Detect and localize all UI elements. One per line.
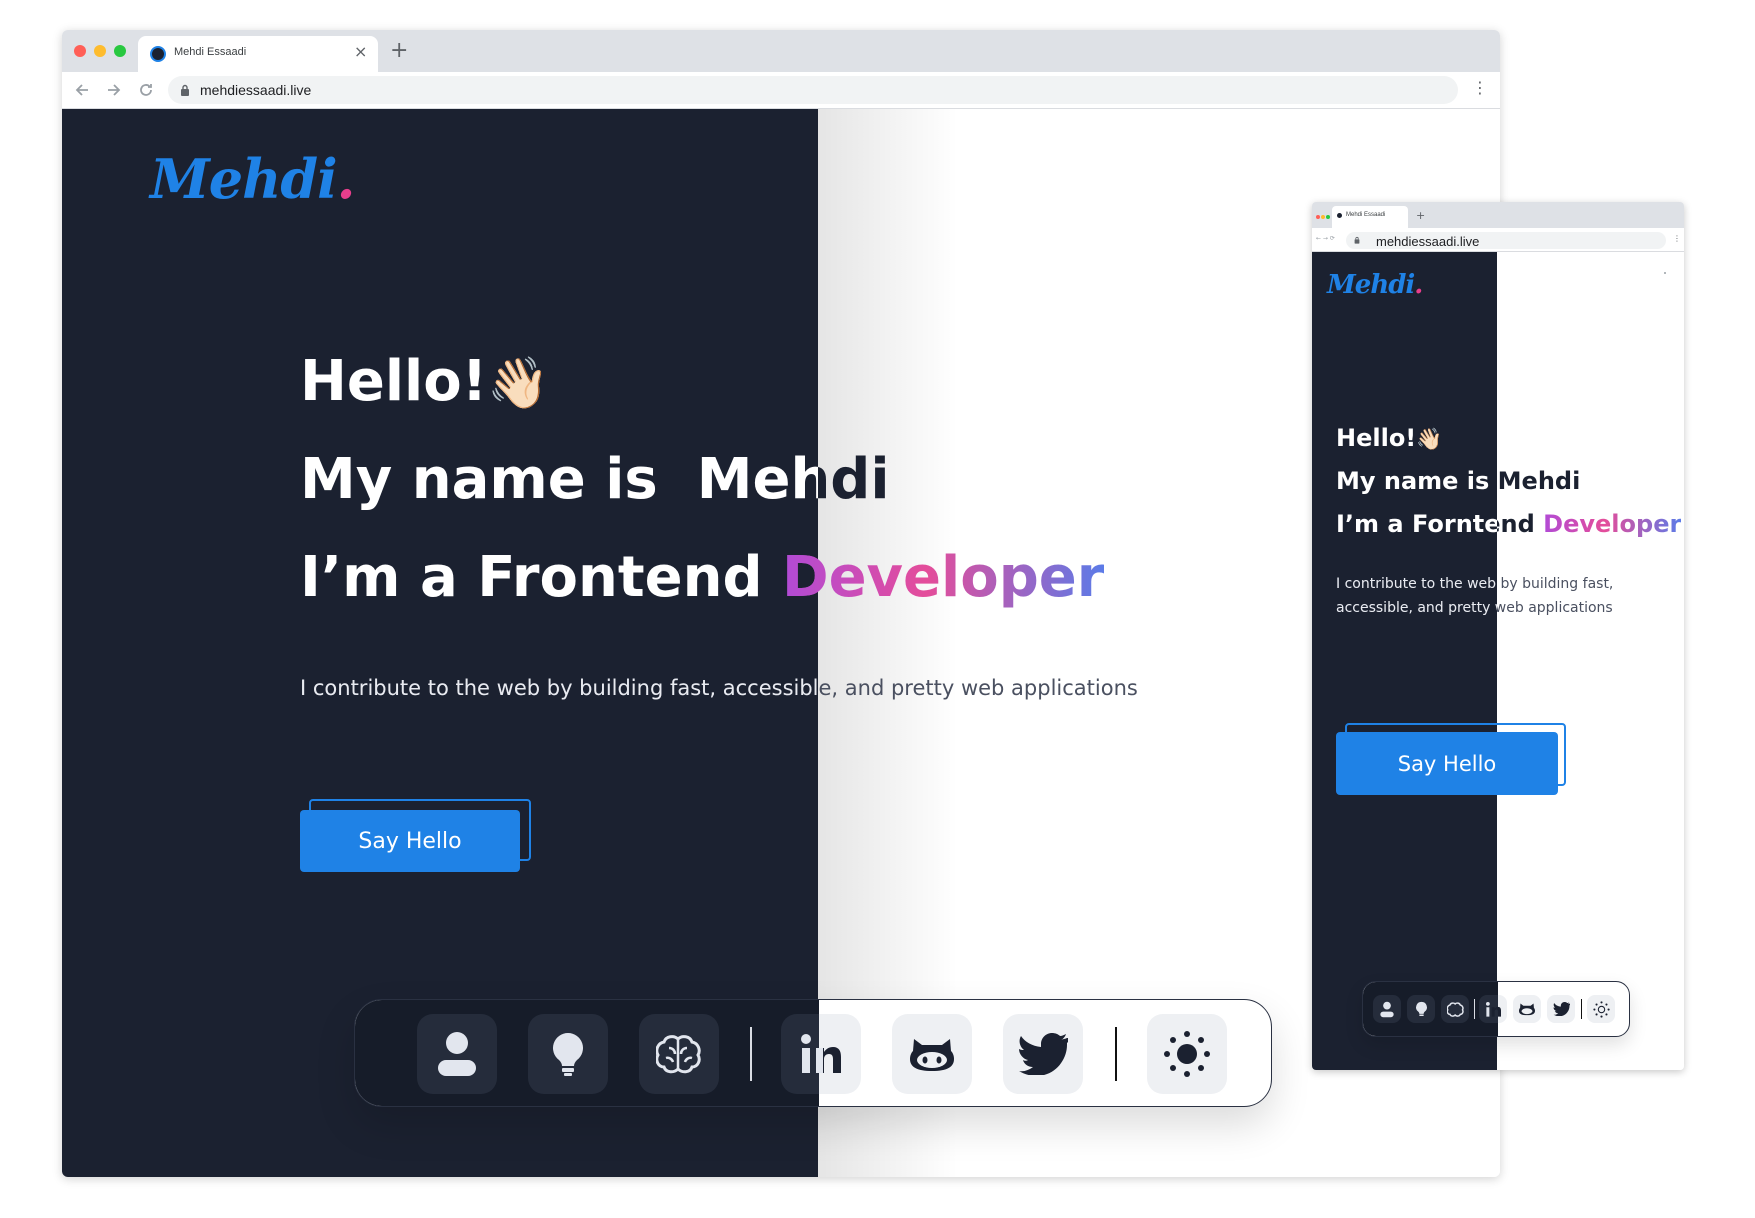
theme-toggle-button[interactable] <box>1587 995 1615 1023</box>
browser-toolbar: mehdiessaadi.live ⋮ <box>62 72 1500 109</box>
forward-arrow-icon[interactable] <box>106 82 122 98</box>
say-hello-button[interactable]: Say Hello <box>300 810 520 872</box>
skills-nav-item[interactable] <box>1407 995 1435 1023</box>
address-bar[interactable]: mehdiessaadi.live <box>168 76 1458 104</box>
linkedin-link[interactable] <box>1479 995 1507 1023</box>
browser-menu-icon[interactable]: ⋮ <box>1472 78 1488 97</box>
dock-separator <box>1474 999 1475 1019</box>
skills-nav-item[interactable] <box>528 1014 608 1094</box>
twitter-icon <box>1553 1002 1570 1016</box>
close-window-button[interactable] <box>74 45 86 57</box>
desktop-viewport: Mehdi. Hello!👋🏻 My name is Mehdi I’m a F… <box>62 109 1500 1177</box>
address-bar[interactable]: mehdiessaadi.live <box>1346 232 1666 249</box>
github-link[interactable] <box>892 1014 972 1094</box>
sun-icon <box>1592 1000 1610 1018</box>
new-tab-button[interactable]: + <box>1416 209 1425 222</box>
lock-icon <box>181 84 189 96</box>
hero-role-highlight: Developer <box>1543 510 1682 538</box>
hero-name-dark: My name is Mehdi <box>300 447 890 512</box>
maximize-window-button[interactable] <box>114 45 126 57</box>
say-hello-button[interactable]: Say Hello <box>1336 732 1558 795</box>
new-tab-button[interactable]: + <box>390 38 408 63</box>
person-icon <box>1380 1001 1394 1017</box>
tab-title: Mehdi Essaadi <box>174 46 247 58</box>
twitter-link[interactable] <box>1003 1014 1083 1094</box>
navigation-icons[interactable]: ← → ⟳ <box>1316 235 1335 242</box>
browser-toolbar: ← → ⟳ mehdiessaadi.live ⋮ <box>1312 228 1684 252</box>
browser-tab[interactable]: Mehdi Essaadi <box>1332 206 1408 228</box>
person-icon <box>438 1032 476 1076</box>
wave-icon: 👋🏻 <box>1416 427 1443 451</box>
close-window-button[interactable] <box>1316 215 1320 219</box>
dock-separator <box>750 1027 752 1081</box>
tab-title: Mehdi Essaadi <box>1346 212 1386 218</box>
sun-icon <box>1164 1031 1210 1077</box>
github-link[interactable] <box>1513 995 1541 1023</box>
twitter-link[interactable] <box>1547 995 1575 1023</box>
brain-nav-item[interactable] <box>1441 995 1469 1023</box>
desktop-browser-window: Mehdi Essaadi × + mehdiessaadi.live ⋮ Me… <box>62 30 1500 1177</box>
lock-icon <box>1354 236 1360 244</box>
favicon-icon <box>1337 213 1342 218</box>
desktop-nav-dock <box>354 999 1272 1107</box>
about-nav-item[interactable] <box>1373 995 1401 1023</box>
hero-hello-dark: Hello!👋🏻 <box>300 349 550 414</box>
back-arrow-icon[interactable] <box>74 82 90 98</box>
dock-separator <box>1581 999 1582 1019</box>
url-text: mehdiessaadi.live <box>1376 234 1480 249</box>
dock-separator <box>1115 1027 1117 1081</box>
close-tab-icon[interactable]: × <box>354 42 367 61</box>
twitter-icon <box>1019 1033 1068 1075</box>
hero-hello-dark: Hello!👋🏻 <box>1336 424 1443 452</box>
reload-icon[interactable] <box>138 82 154 98</box>
minimize-window-button[interactable] <box>94 45 106 57</box>
mobile-browser-window: Mehdi Essaadi + ← → ⟳ mehdiessaadi.live … <box>1312 202 1684 1070</box>
brain-icon <box>1446 1001 1464 1017</box>
theme-toggle-button[interactable] <box>1147 1014 1227 1094</box>
wave-icon: 👋🏻 <box>487 354 550 412</box>
mobile-nav-dock <box>1362 981 1630 1037</box>
minimize-window-button[interactable] <box>1321 215 1325 219</box>
hero-role-highlight: Developer <box>782 545 1105 610</box>
browser-menu-icon[interactable]: ⋮ <box>1673 234 1681 243</box>
github-icon <box>1519 1003 1535 1016</box>
linkedin-icon <box>1485 1001 1501 1017</box>
maximize-window-button[interactable] <box>1326 215 1330 219</box>
say-hello-button-group: Say Hello <box>1336 723 1572 795</box>
brain-nav-item[interactable] <box>639 1014 719 1094</box>
lightbulb-icon <box>553 1033 583 1076</box>
browser-tab[interactable]: Mehdi Essaadi × <box>138 36 378 72</box>
linkedin-link[interactable] <box>781 1014 861 1094</box>
url-text: mehdiessaadi.live <box>200 82 312 98</box>
lightbulb-icon <box>1415 1001 1427 1016</box>
brain-icon <box>656 1035 701 1074</box>
about-nav-item[interactable] <box>417 1014 497 1094</box>
linkedin-icon <box>801 1034 841 1073</box>
favicon-icon <box>150 46 166 62</box>
mobile-viewport: Mehdi. Hello!👋🏻 My name is Mehdi I’m a F… <box>1312 252 1684 1070</box>
say-hello-button-group: Say Hello <box>300 799 540 879</box>
github-icon <box>910 1039 954 1071</box>
